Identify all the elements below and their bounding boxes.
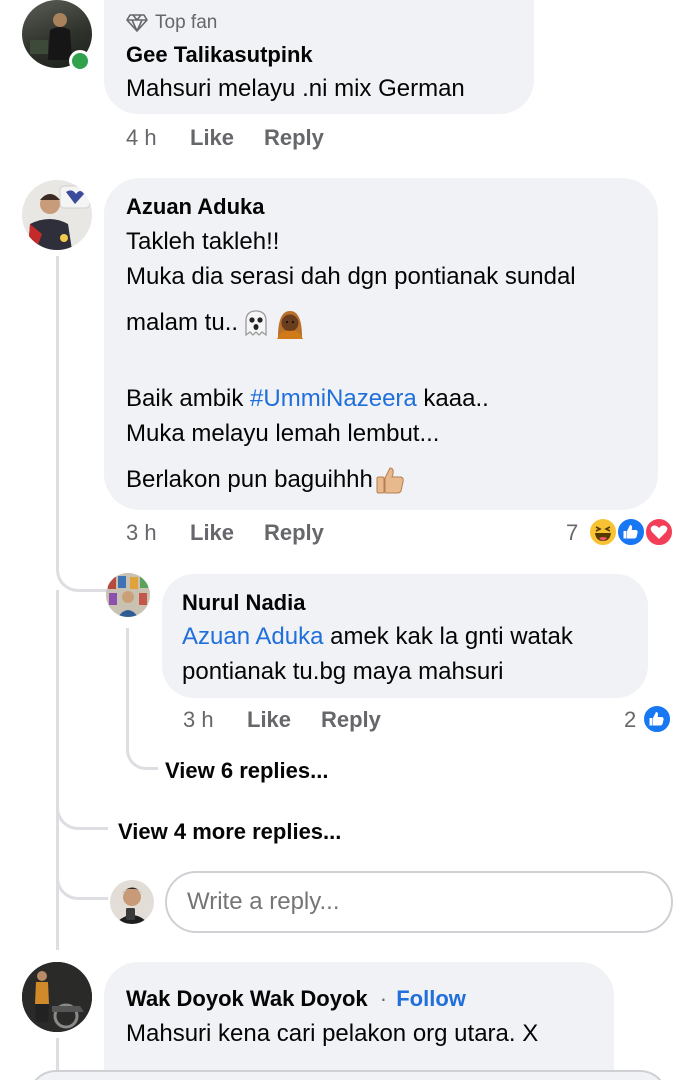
comment-timestamp[interactable]: 3 h <box>126 520 157 546</box>
love-icon <box>644 517 674 547</box>
comment-timestamp[interactable]: 4 h <box>126 125 157 151</box>
haha-icon <box>588 517 618 547</box>
avatar-photo <box>22 962 92 1032</box>
follow-button[interactable]: Follow <box>396 986 466 1011</box>
comment-text-line: Muka dia serasi dah dgn pontianak sundal <box>126 263 576 290</box>
reaction-count: 2 <box>624 707 637 732</box>
online-status-dot <box>69 50 91 72</box>
avatar-photo <box>115 887 149 924</box>
comment-author[interactable]: Azuan Aduka <box>126 194 265 220</box>
reply-text-line: Azuan Aduka amek kak la gnti watak <box>182 619 573 655</box>
comment-author[interactable]: Gee Talikasutpink <box>126 42 313 68</box>
thread-line <box>126 628 158 770</box>
bottom-comment-bar[interactable] <box>28 1070 668 1080</box>
hashtag-link[interactable]: #UmmiNazeera <box>250 385 417 412</box>
comment-bubble: Azuan Aduka Takleh takleh!! Muka dia ser… <box>104 178 658 510</box>
reaction-summary[interactable]: 7 <box>560 515 678 551</box>
like-button[interactable]: Like <box>190 125 234 151</box>
reply-label: Reply <box>321 707 381 732</box>
mention-link[interactable]: Azuan Aduka <box>182 623 323 650</box>
like-label: Like <box>190 520 235 545</box>
comment-text: Mahsuri melayu .ni mix German <box>126 75 465 102</box>
avatar[interactable] <box>22 180 92 250</box>
thread-line <box>56 800 108 900</box>
reaction-count: 7 <box>566 520 579 545</box>
like-icon <box>616 517 646 547</box>
avatar-photo <box>106 573 150 617</box>
reply-button[interactable]: Reply <box>264 125 324 151</box>
reply-label: Reply <box>264 125 324 150</box>
reply-timestamp[interactable]: 3 h <box>183 707 214 733</box>
reply-label: Reply <box>264 520 324 545</box>
like-button[interactable]: Like <box>247 707 291 733</box>
avatar[interactable] <box>22 962 92 1032</box>
comment-text-fragment: kaaa.. <box>416 385 489 412</box>
current-user-avatar <box>110 880 154 924</box>
avatar[interactable] <box>106 573 150 617</box>
like-icon <box>642 704 672 734</box>
comment-text-line: Baik ambik #UmmiNazeera kaaa.. <box>126 381 489 417</box>
like-button[interactable]: Like <box>190 520 234 546</box>
comment-text-line: Muka melayu lemah lembut... <box>126 420 440 447</box>
comment-text-fragment: Baik ambik <box>126 385 251 412</box>
reply-text-fragment: amek kak la gnti watak <box>323 623 573 650</box>
avatar-photo <box>28 185 91 250</box>
follow-separator: · <box>379 986 388 1011</box>
thread-line <box>56 256 108 592</box>
reply-button[interactable]: Reply <box>264 520 324 546</box>
top-fan-badge[interactable]: Top fan <box>126 12 217 34</box>
reply-text-line: pontianak tu.bg maya mahsuri <box>182 658 504 685</box>
comment-text-line: malam tu.. <box>126 305 306 341</box>
thumbs-up-emoji-icon <box>374 464 406 496</box>
ghost-emoji-icon <box>240 307 272 339</box>
woman-gesturing-emoji-icon <box>274 307 306 339</box>
like-label: Like <box>247 707 292 732</box>
like-label: Like <box>190 125 235 150</box>
comment-text: Mahsuri kena cari pelakon org utara. X <box>126 1020 539 1047</box>
comment-text-line: Berlakon pun baguihhh <box>126 462 406 498</box>
author-name[interactable]: Wak Doyok Wak Doyok <box>126 986 368 1011</box>
reaction-summary[interactable]: 2 <box>618 702 678 738</box>
reply-author[interactable]: Nurul Nadia <box>182 590 305 616</box>
comment-bubble: Wak Doyok Wak Doyok · Follow Mahsuri ken… <box>104 962 614 1080</box>
comment-bubble: Top fan Gee Talikasutpink Mahsuri melayu… <box>104 0 534 114</box>
reply-button[interactable]: Reply <box>321 707 381 733</box>
comment-text-line: Takleh takleh!! <box>126 228 280 255</box>
top-fan-label: Top fan <box>155 12 218 33</box>
comment-author: Wak Doyok Wak Doyok · Follow <box>126 986 466 1012</box>
comment-text-fragment: Berlakon pun baguihhh <box>126 466 373 493</box>
reply-bubble: Nurul Nadia Azuan Aduka amek kak la gnti… <box>162 574 648 698</box>
reply-input-box[interactable] <box>165 871 673 933</box>
reply-input[interactable] <box>187 887 647 917</box>
diamond-icon <box>126 13 148 33</box>
comment-text-fragment: malam tu.. <box>126 309 239 336</box>
view-more-replies-link[interactable]: View 4 more replies... <box>118 819 341 845</box>
view-replies-link[interactable]: View 6 replies... <box>165 758 328 784</box>
